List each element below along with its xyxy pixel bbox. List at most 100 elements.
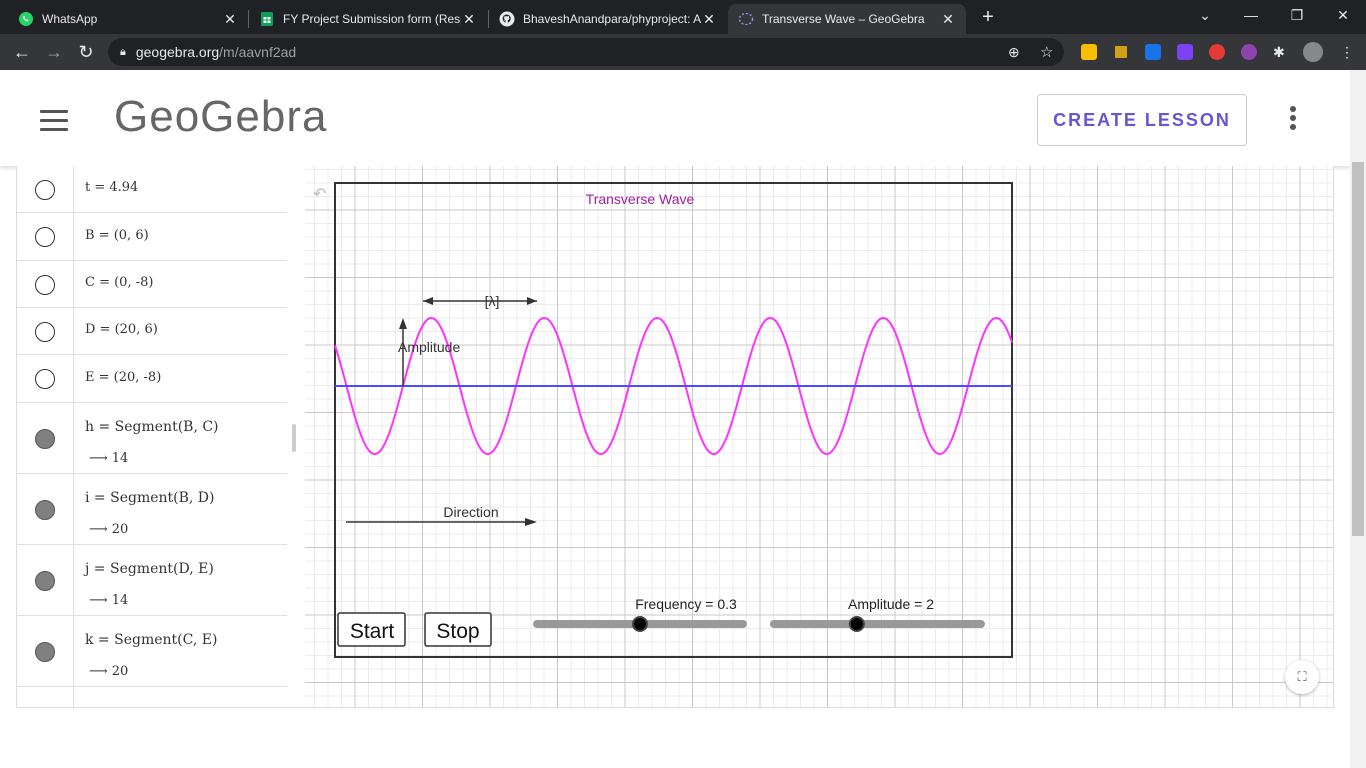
extension-download-icon[interactable] [1145,44,1161,60]
scrollbar-thumb[interactable] [1352,162,1364,536]
row-divider [73,261,74,307]
profile-avatar[interactable] [1303,42,1323,62]
extension-w-icon[interactable] [1241,44,1257,60]
algebra-value: ⟶ 14 [89,593,129,608]
visibility-toggle[interactable] [35,571,55,591]
row-divider [73,474,74,544]
tab-github[interactable]: BhaveshAnandpara/phyproject: A ✕ [489,4,727,34]
tab-title: FY Project Submission form (Resp [283,12,461,26]
tab-sheets[interactable]: FY Project Submission form (Resp ✕ [249,4,487,34]
graphics-canvas[interactable]: Transverse Wave [λ] Amplitude Direction … [305,166,1334,708]
visibility-toggle[interactable] [35,369,55,389]
visibility-toggle[interactable] [35,227,55,247]
browser-menu-icon[interactable]: ⋮ [1340,44,1356,60]
extension-block-icon[interactable] [1209,44,1225,60]
forward-icon[interactable]: → [42,40,66,64]
algebra-row-d[interactable]: D = (20, 6) [17,308,287,355]
tab-search-icon[interactable]: ⌄ [1190,4,1220,26]
zoom-icon[interactable]: ⊕ [1008,44,1020,61]
restore-button[interactable]: ❐ [1282,4,1312,26]
row-divider [73,403,74,473]
graphics-view[interactable]: Transverse Wave [λ] Amplitude Direction … [305,166,1334,708]
amplitude-label: Amplitude [398,339,460,355]
frequency-slider-knob[interactable] [632,616,648,632]
tab-title: Transverse Wave – GeoGebra [762,12,925,26]
algebra-scrollbar[interactable] [292,424,296,452]
new-tab-button[interactable]: + [978,6,998,29]
row-divider [73,213,74,260]
algebra-expression[interactable]: k = Segment(C, E) [85,632,217,648]
extension-capture-icon[interactable] [1113,44,1129,60]
amplitude-slider-knob[interactable] [848,616,865,632]
algebra-row-c[interactable]: C = (0, -8) [17,261,287,308]
create-lesson-button[interactable]: CREATE LESSON [1037,94,1247,146]
reload-icon[interactable]: ↻ [74,40,98,64]
visibility-toggle[interactable] [35,322,55,342]
algebra-row-b[interactable]: B = (0, 6) [17,213,287,261]
row-divider [73,355,74,402]
more-options-icon[interactable] [1290,106,1300,133]
row-divider [73,308,74,354]
extensions-puzzle-icon[interactable]: ✱ [1273,44,1289,60]
algebra-row-h[interactable]: h = Segment(B, C) ⟶ 14 [17,403,287,474]
stop-button[interactable]: Stop [424,612,492,647]
algebra-row-i[interactable]: i = Segment(B, D) ⟶ 20 [17,474,287,545]
extension-notes-icon[interactable] [1081,44,1097,60]
frequency-slider-label: Frequency = 0.3 [635,596,737,612]
start-button-label: Start [350,620,395,643]
github-icon [499,11,515,27]
address-bar: ← → ↻ 🔒︎ geogebra.org/m/aavnf2ad ⊕ ☆ ✱ ⋮ [0,34,1366,70]
visibility-toggle[interactable] [35,500,55,520]
direction-arrow-head [525,518,537,526]
algebra-row-e[interactable]: E = (20, -8) [17,355,287,403]
close-icon[interactable]: ✕ [461,11,477,28]
tab-geogebra[interactable]: Transverse Wave – GeoGebra ✕ [728,4,966,34]
algebra-view: t = 4.94 B = (0, 6) C = (0, -8) D = (20,… [17,166,289,707]
algebra-expression[interactable]: h = Segment(B, C) [85,419,219,435]
visibility-toggle[interactable] [35,275,55,295]
start-button[interactable]: Start [337,612,406,647]
geogebra-logo[interactable]: GeoGebra [114,92,327,142]
algebra-value: ⟶ 20 [89,664,129,679]
algebra-row-partial[interactable] [17,687,287,707]
close-icon[interactable]: ✕ [940,11,956,28]
fullscreen-icon[interactable]: ⛶ [1285,660,1319,694]
algebra-row-t[interactable]: t = 4.94 [17,166,287,213]
algebra-expression[interactable]: B = (0, 6) [85,228,149,243]
close-icon[interactable]: ✕ [222,11,238,28]
algebra-expression[interactable]: C = (0, -8) [85,275,153,290]
visibility-toggle[interactable] [35,429,55,449]
close-icon[interactable]: ✕ [701,11,717,28]
visibility-toggle[interactable] [35,642,55,662]
page-scrollbar[interactable] [1350,70,1366,768]
minimize-button[interactable]: — [1236,4,1266,26]
algebra-expression[interactable]: j = Segment(D, E) [85,561,214,577]
algebra-expression[interactable]: D = (20, 6) [85,322,158,337]
amplitude-arrow-head [399,318,407,329]
algebra-expression[interactable]: E = (20, -8) [85,370,161,385]
window-close-button[interactable]: ✕ [1328,4,1358,26]
algebra-row-k[interactable]: k = Segment(C, E) ⟶ 20 [17,616,287,687]
hamburger-menu-icon[interactable] [40,110,68,137]
bookmark-star-icon[interactable]: ☆ [1040,43,1053,61]
direction-label: Direction [443,504,498,520]
algebra-expression[interactable]: i = Segment(B, D) [85,490,215,506]
back-icon[interactable]: ← [10,40,34,64]
undo-icon[interactable]: ↶ [313,184,337,203]
row-divider [73,166,74,212]
amplitude-slider-label: Amplitude = 2 [848,596,934,612]
tab-whatsapp[interactable]: WhatsApp ✕ [8,4,248,34]
extension-v-icon[interactable] [1177,44,1193,60]
algebra-value: ⟶ 14 [89,451,129,466]
algebra-expression[interactable]: t = 4.94 [85,180,138,195]
frame-box [334,182,1013,658]
lock-icon: 🔒︎ [120,45,126,58]
row-divider [73,687,74,707]
lambda-arrow-right-head [527,297,537,305]
visibility-toggle[interactable] [35,180,55,200]
tab-title: WhatsApp [42,12,98,26]
url-host: geogebra.org [135,44,220,60]
url-field[interactable]: 🔒︎ geogebra.org/m/aavnf2ad ⊕ ☆ [108,38,1064,66]
algebra-row-j[interactable]: j = Segment(D, E) ⟶ 14 [17,545,287,616]
browser-tab-bar: WhatsApp ✕ FY Project Submission form (R… [0,0,1366,34]
